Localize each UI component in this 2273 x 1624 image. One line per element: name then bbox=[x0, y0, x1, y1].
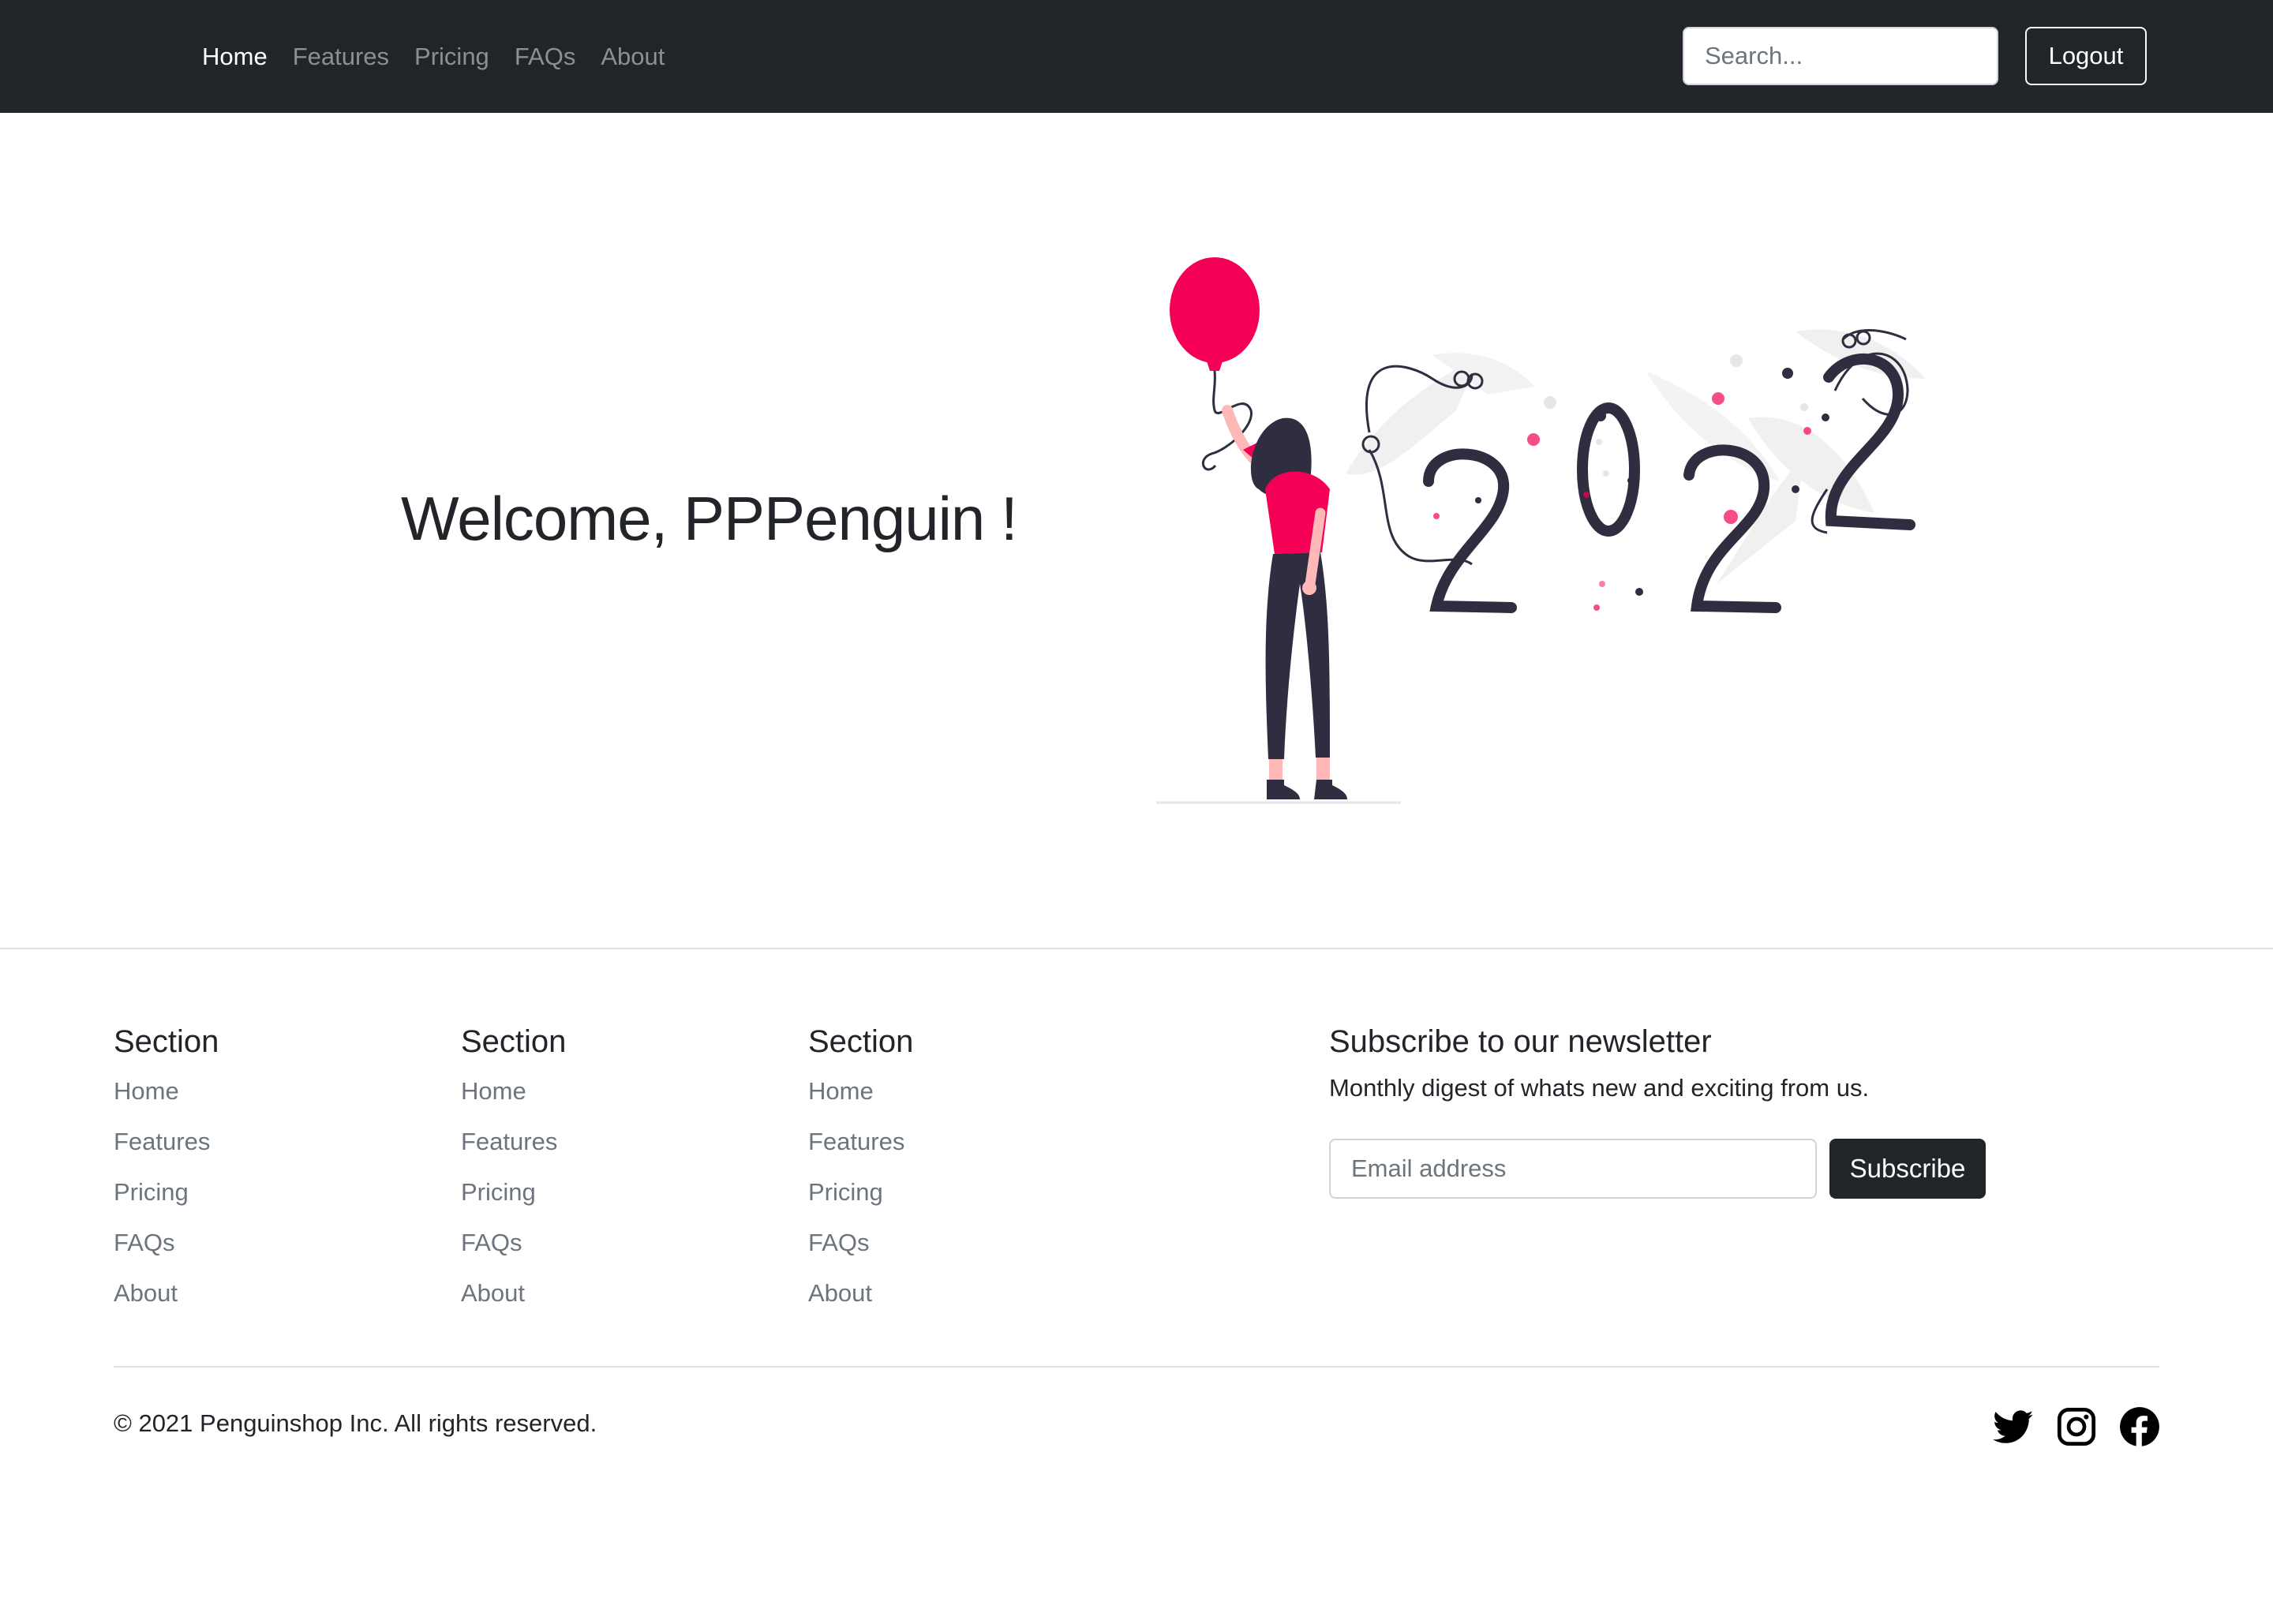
footer-link-faqs[interactable]: FAQs bbox=[808, 1229, 870, 1256]
nav-link-about[interactable]: About bbox=[601, 43, 665, 71]
footer-divider bbox=[114, 1366, 2159, 1368]
welcome-heading: Welcome, PPPenguin ! bbox=[401, 484, 1018, 553]
nav-link-home[interactable]: Home bbox=[202, 43, 268, 71]
instagram-icon[interactable] bbox=[2056, 1406, 2097, 1447]
facebook-icon[interactable] bbox=[2119, 1406, 2160, 1447]
footer-section-heading: Section bbox=[808, 1024, 914, 1059]
footer-link-faqs[interactable]: FAQs bbox=[114, 1229, 175, 1256]
balloon-woman-2022-illustration bbox=[1156, 257, 1926, 804]
copyright-text: © 2021 Penguinshop Inc. All rights reser… bbox=[114, 1409, 597, 1437]
footer-link-pricing[interactable]: Pricing bbox=[114, 1178, 189, 1206]
footer-link-home[interactable]: Home bbox=[808, 1077, 874, 1105]
top-navbar: Home Features Pricing FAQs About Logout bbox=[0, 0, 2273, 113]
search-input[interactable] bbox=[1683, 27, 1998, 85]
nav-link-features[interactable]: Features bbox=[293, 43, 389, 71]
nav-link-pricing[interactable]: Pricing bbox=[414, 43, 489, 71]
nav-link-faqs[interactable]: FAQs bbox=[515, 43, 576, 71]
newsletter-section: Subscribe to our newsletter Monthly dige… bbox=[1329, 1024, 1869, 1129]
footer-link-home[interactable]: Home bbox=[461, 1077, 526, 1105]
section-divider bbox=[0, 948, 2273, 949]
logout-button[interactable]: Logout bbox=[2025, 27, 2147, 85]
footer-link-pricing[interactable]: Pricing bbox=[808, 1178, 883, 1206]
subscribe-button[interactable]: Subscribe bbox=[1829, 1139, 1986, 1199]
footer-link-features[interactable]: Features bbox=[461, 1128, 557, 1155]
footer-link-about[interactable]: About bbox=[114, 1279, 178, 1307]
footer-section-2: Section Home Features Pricing FAQs About bbox=[461, 1024, 566, 1330]
footer-section-1: Section Home Features Pricing FAQs About bbox=[114, 1024, 219, 1330]
footer-link-faqs[interactable]: FAQs bbox=[461, 1229, 522, 1256]
nav-links: Home Features Pricing FAQs About bbox=[202, 0, 690, 113]
footer-link-features[interactable]: Features bbox=[114, 1128, 210, 1155]
footer-link-features[interactable]: Features bbox=[808, 1128, 904, 1155]
footer-section-heading: Section bbox=[461, 1024, 567, 1059]
footer-link-pricing[interactable]: Pricing bbox=[461, 1178, 536, 1206]
newsletter-description: Monthly digest of whats new and exciting… bbox=[1329, 1074, 1870, 1102]
email-input[interactable] bbox=[1329, 1139, 1817, 1199]
footer-section-3: Section Home Features Pricing FAQs About bbox=[808, 1024, 913, 1330]
footer-link-home[interactable]: Home bbox=[114, 1077, 179, 1105]
twitter-icon[interactable] bbox=[1993, 1406, 2034, 1447]
footer-section-heading: Section bbox=[114, 1024, 219, 1059]
footer-link-about[interactable]: About bbox=[808, 1279, 872, 1307]
newsletter-heading: Subscribe to our newsletter bbox=[1329, 1024, 1712, 1059]
footer-link-about[interactable]: About bbox=[461, 1279, 525, 1307]
